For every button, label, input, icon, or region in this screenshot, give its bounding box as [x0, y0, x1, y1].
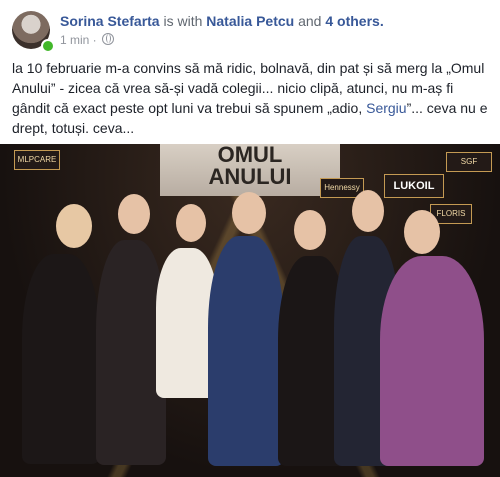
person-4: [208, 236, 284, 466]
online-status-icon: [41, 39, 55, 53]
sign-line-2: ANULUI: [208, 164, 292, 189]
author-name[interactable]: Sorina Stefarta: [60, 13, 160, 29]
person-7: [380, 256, 484, 466]
others-link[interactable]: 4 others.: [325, 13, 383, 29]
post-photo[interactable]: OMUL ANULUI MLPCARE Hennessy LUKOIL SGF …: [0, 144, 500, 477]
person-3-head: [176, 204, 206, 242]
post-text: la 10 februarie m-a convins să mă ridic,…: [12, 58, 490, 138]
meta-separator: ·: [89, 33, 101, 47]
person-7-head: [404, 210, 440, 254]
sponsor-logo-1: MLPCARE: [14, 150, 60, 170]
timestamp-link[interactable]: 1 min: [60, 33, 89, 47]
sign-line-1: OMUL: [217, 144, 283, 167]
sponsor-logo-4: SGF: [446, 152, 492, 172]
person-2-head: [118, 194, 150, 234]
post-header: Sorina Stefarta is with Natalia Petcu an…: [12, 11, 492, 53]
with-connector: is with: [159, 13, 207, 29]
person-1: [22, 254, 100, 464]
person-4-head: [232, 192, 266, 234]
sponsor-logo-3: LUKOIL: [384, 174, 444, 198]
globe-icon[interactable]: [102, 33, 115, 45]
person-1-head: [56, 204, 92, 248]
tagged-person-link[interactable]: Natalia Petcu: [206, 13, 294, 29]
mention-link[interactable]: Sergiu: [366, 100, 406, 116]
person-6-head: [352, 190, 384, 232]
and-connector: and: [294, 13, 326, 29]
event-sign: OMUL ANULUI: [160, 144, 340, 196]
person-5-head: [294, 210, 326, 250]
post-byline: Sorina Stefarta is with Natalia Petcu an…: [60, 13, 384, 29]
facebook-post: Sorina Stefarta is with Natalia Petcu an…: [0, 0, 500, 477]
post-meta: 1 min ·: [60, 33, 115, 47]
